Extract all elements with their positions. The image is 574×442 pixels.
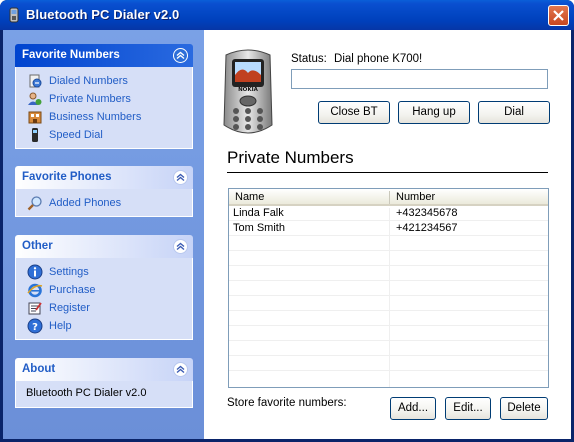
panel-header-favorite-phones[interactable]: Favorite Phones (15, 166, 193, 189)
sidebar-item-label: Business Numbers (49, 111, 142, 123)
info-icon (27, 264, 43, 280)
panel-body: Bluetooth PC Dialer v2.0 (15, 381, 193, 408)
app-window: Bluetooth PC Dialer v2.0 Favorite Number… (0, 0, 574, 442)
nokia-phone-image: NOKIA (223, 49, 273, 134)
delete-button[interactable]: Delete (500, 397, 548, 420)
sidebar-item-register[interactable]: Register (16, 299, 192, 317)
panel-title: About (22, 363, 56, 375)
collapse-chevron-icon[interactable] (173, 239, 188, 254)
column-header-number[interactable]: Number (396, 191, 435, 203)
about-text: Bluetooth PC Dialer v2.0 (26, 387, 147, 399)
status-line: Status: Dial phone K700! (291, 53, 422, 65)
column-header-name[interactable]: Name (235, 191, 264, 203)
sidebar-item-label: Help (49, 320, 72, 332)
collapse-chevron-icon[interactable] (173, 362, 188, 377)
sidebar-item-settings[interactable]: Settings (16, 263, 192, 281)
hang-up-button[interactable]: Hang up (398, 101, 470, 124)
section-divider (227, 172, 548, 173)
dialed-numbers-icon (29, 74, 42, 88)
sidebar-item-added-phones[interactable]: Added Phones (16, 194, 192, 212)
list-header: Name Number (229, 189, 548, 206)
task-pane: Favorite Numbers Dialed Numbers Private … (3, 30, 204, 439)
status-label: Status: (291, 53, 327, 65)
phone-brand: NOKIA (238, 87, 259, 93)
sidebar-item-speed-dial[interactable]: Speed Dial (16, 126, 192, 144)
panel-about: About Bluetooth PC Dialer v2.0 (15, 358, 193, 408)
sidebar-item-private-numbers[interactable]: Private Numbers (16, 90, 192, 108)
phone-app-icon (9, 7, 19, 23)
close-window-button[interactable] (548, 5, 569, 26)
collapse-chevron-icon[interactable] (173, 48, 188, 63)
panel-body: Dialed Numbers Private Numbers Business … (15, 67, 193, 149)
sidebar-item-label: Added Phones (49, 197, 122, 209)
help-icon: ? (27, 318, 43, 334)
sidebar-item-label: Register (49, 302, 90, 314)
panel-header-other[interactable]: Other (15, 235, 193, 258)
sidebar-item-dialed-numbers[interactable]: Dialed Numbers (16, 72, 192, 90)
client-area: Favorite Numbers Dialed Numbers Private … (3, 30, 571, 439)
sidebar-item-label: Private Numbers (49, 93, 131, 105)
main-area: NOKIA Status: Dial phone K700! Close BT … (204, 30, 571, 439)
sidebar-item-label: Settings (49, 266, 89, 278)
panel-title: Favorite Phones (22, 171, 112, 183)
panel-title: Other (22, 240, 53, 252)
row-name: Tom Smith (233, 222, 285, 234)
sidebar-item-purchase[interactable]: Purchase (16, 281, 192, 299)
business-numbers-icon (28, 111, 42, 124)
panel-body: Added Phones (15, 189, 193, 217)
title-bar[interactable]: Bluetooth PC Dialer v2.0 (0, 0, 574, 30)
add-button[interactable]: Add... (390, 397, 436, 420)
sidebar-item-help[interactable]: ? Help (16, 317, 192, 335)
panel-header-favorite-numbers[interactable]: Favorite Numbers (15, 44, 193, 67)
panel-body: Settings Purchase Register ? Help (15, 258, 193, 340)
row-number: +421234567 (396, 222, 458, 234)
panel-favorite-phones: Favorite Phones Added Phones (15, 166, 193, 217)
close-bt-button[interactable]: Close BT (318, 101, 390, 124)
column-gridline (389, 208, 390, 387)
panel-other: Other Settings Purchase Register ? Help (15, 235, 193, 340)
panel-title: Favorite Numbers (22, 49, 120, 61)
svg-text:?: ? (32, 322, 38, 333)
dial-button[interactable]: Dial (478, 101, 550, 124)
window-title: Bluetooth PC Dialer v2.0 (26, 7, 180, 22)
numbers-list[interactable]: Name Number Linda Falk +432345678 Tom Sm… (228, 188, 549, 388)
panel-header-about[interactable]: About (15, 358, 193, 381)
sidebar-item-business-numbers[interactable]: Business Numbers (16, 108, 192, 126)
speed-dial-icon (32, 128, 38, 142)
row-name: Linda Falk (233, 207, 284, 219)
close-icon (553, 10, 564, 21)
sidebar-item-label: Speed Dial (49, 129, 103, 141)
store-favorite-label: Store favorite numbers: (227, 397, 347, 409)
magnifier-icon (27, 196, 42, 211)
register-icon (28, 302, 42, 315)
sidebar-item-label: Dialed Numbers (49, 75, 128, 87)
status-progress-field (291, 69, 548, 89)
section-title: Private Numbers (227, 148, 354, 167)
edit-button[interactable]: Edit... (445, 397, 491, 420)
sidebar-item-label: Purchase (49, 284, 96, 296)
collapse-chevron-icon[interactable] (173, 170, 188, 185)
private-numbers-icon (28, 92, 42, 105)
internet-explorer-icon (27, 283, 43, 298)
row-number: +432345678 (396, 207, 458, 219)
column-separator[interactable] (389, 191, 390, 204)
panel-favorite-numbers: Favorite Numbers Dialed Numbers Private … (15, 44, 193, 149)
status-value: Dial phone K700! (334, 53, 423, 65)
